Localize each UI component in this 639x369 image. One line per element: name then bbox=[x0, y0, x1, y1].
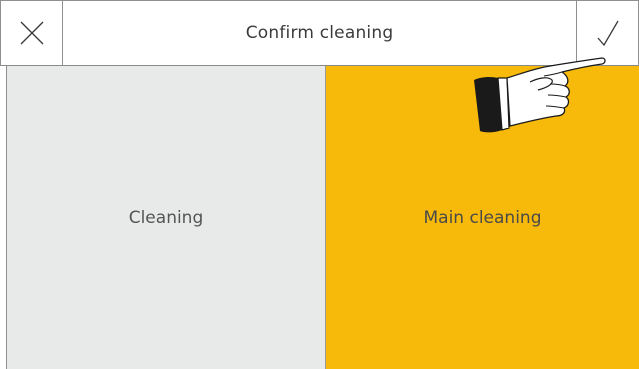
main-cleaning-option-label: Main cleaning bbox=[423, 207, 542, 228]
close-icon bbox=[20, 21, 43, 45]
cancel-button[interactable] bbox=[1, 1, 63, 65]
checkmark-icon bbox=[597, 20, 619, 47]
cleaning-option[interactable]: Cleaning bbox=[6, 66, 326, 369]
pointing-hand-icon bbox=[474, 57, 606, 133]
screen: Confirm cleaning Cleaning Main cleaning bbox=[0, 0, 639, 369]
cleaning-option-label: Cleaning bbox=[128, 207, 204, 228]
